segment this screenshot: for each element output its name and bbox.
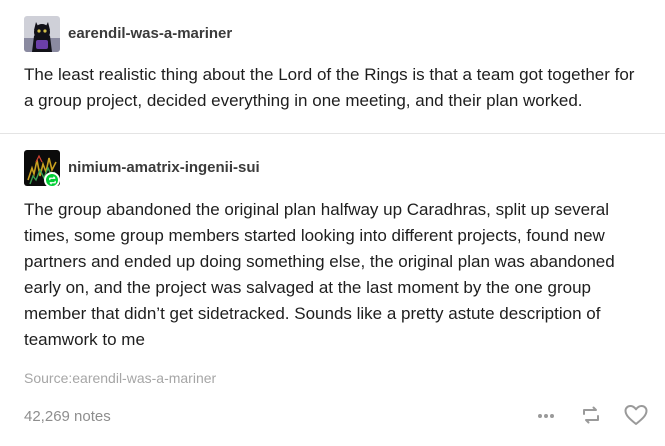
more-dots-icon[interactable]: [535, 404, 557, 426]
original-poster-avatar[interactable]: [24, 16, 60, 52]
heart-icon[interactable]: [623, 403, 649, 427]
reblog-paragraph: The group abandoned the original plan ha…: [24, 200, 615, 349]
original-post-text: The least realistic thing about the Lord…: [24, 62, 644, 114]
post-divider: [0, 133, 665, 134]
reblog-text: The group abandoned the original plan ha…: [24, 197, 644, 353]
reblogger-username[interactable]: nimium-amatrix-ingenii-sui: [68, 159, 260, 177]
post-actions: [519, 403, 649, 427]
tumblr-post: earendil-was-a-mariner The least realist…: [0, 0, 665, 446]
source-link[interactable]: Source:earendil-was-a-mariner: [24, 370, 216, 386]
original-post-paragraph: The least realistic thing about the Lord…: [24, 65, 635, 110]
reblog-icon[interactable]: [579, 403, 603, 427]
notes-count[interactable]: 42,269 notes: [24, 408, 111, 425]
reblog-badge-icon: [44, 172, 60, 188]
original-poster-username[interactable]: earendil-was-a-mariner: [68, 25, 232, 43]
